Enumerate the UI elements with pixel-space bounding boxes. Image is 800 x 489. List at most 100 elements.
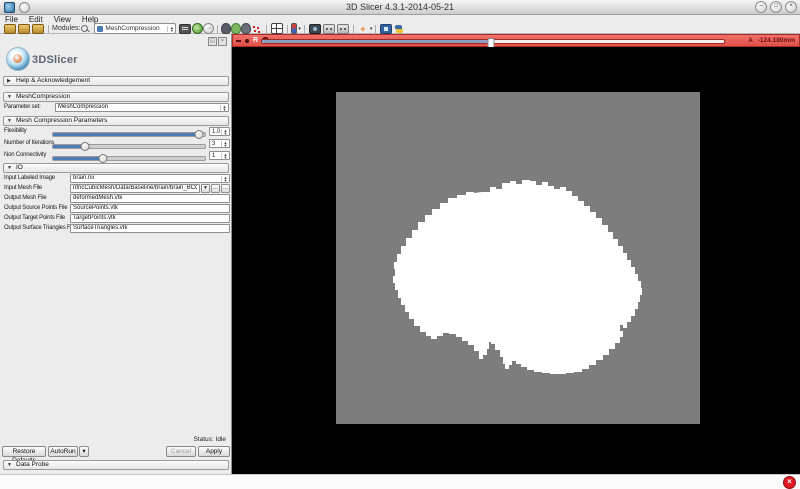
close-button[interactable]: × xyxy=(785,1,797,13)
output-mesh-file-value: deformedMesh.vtk xyxy=(73,195,122,202)
extensions-icon[interactable] xyxy=(380,24,392,34)
autorun-dropdown-icon[interactable]: ▾ xyxy=(79,446,89,457)
apply-button[interactable]: Apply xyxy=(198,446,230,457)
input-mesh-dropdown-icon[interactable]: ▼ xyxy=(201,184,210,193)
screenshot-icon[interactable] xyxy=(309,24,321,34)
combo-spinner-icon[interactable] xyxy=(167,26,175,32)
spinner-icon[interactable] xyxy=(221,153,229,159)
maximize-button[interactable]: □ xyxy=(770,1,782,13)
non-connectivity-value: 1 xyxy=(212,153,215,159)
help-acknowledgement-label: Help & Acknowledgement xyxy=(16,77,90,85)
slice-view-label: R xyxy=(253,35,258,46)
meshcompression-section-label: MeshCompression xyxy=(16,93,70,101)
output-target-points-field[interactable]: TargetPoints.vtk xyxy=(70,214,230,223)
output-source-points-field[interactable]: SourcePoints.vtk xyxy=(70,204,230,213)
module-icon xyxy=(97,26,103,32)
parameter-set-value: MeshCompression xyxy=(58,104,220,111)
slider-handle[interactable] xyxy=(99,154,108,163)
module-search-icon[interactable] xyxy=(81,25,91,33)
toolbar-separator xyxy=(287,25,288,33)
chevron-down-icon[interactable]: ▾ xyxy=(298,26,301,32)
data-probe-header[interactable]: Data Probe xyxy=(3,460,229,470)
collapse-icon[interactable] xyxy=(236,40,241,42)
non-connectivity-row: Non Connectivity 1 xyxy=(0,151,232,161)
menu-edit[interactable]: Edit xyxy=(29,15,43,24)
non-connectivity-slider[interactable] xyxy=(52,153,206,160)
module-previous-icon[interactable]: ← xyxy=(192,23,203,34)
add-data-icon[interactable] xyxy=(18,24,30,34)
python-console-icon[interactable] xyxy=(394,25,404,33)
input-mesh-browse-button[interactable]: … xyxy=(211,184,220,193)
cancel-button[interactable]: Cancel xyxy=(166,446,196,457)
output-mesh-file-label: Output Mesh File xyxy=(4,194,47,203)
module-next-icon[interactable]: → xyxy=(203,23,214,34)
toolbar-separator xyxy=(48,25,49,33)
module-history-icon[interactable] xyxy=(179,24,191,34)
slice-offset-readout: A -124.180mm xyxy=(748,37,795,44)
panel-undock-icon[interactable]: ◱ xyxy=(208,37,217,46)
flexibility-spinbox[interactable]: 1.0 xyxy=(209,127,230,136)
spinner-icon[interactable] xyxy=(221,129,229,135)
restore-defaults-button[interactable]: Restore Defaults xyxy=(2,446,46,457)
help-acknowledgement-header[interactable]: Help & Acknowledgement xyxy=(3,76,229,86)
non-connectivity-spinbox[interactable]: 1 xyxy=(209,151,230,160)
iterations-row: Number of Iterations 3 xyxy=(0,139,232,149)
crosshair-icon[interactable] xyxy=(291,23,297,34)
input-mesh-options-button[interactable]: … xyxy=(221,184,230,193)
panel-close-icon[interactable]: × xyxy=(218,37,227,46)
toolbar-separator xyxy=(375,25,376,33)
output-source-points-label: Output Source Points File xyxy=(4,204,67,213)
load-data-icon[interactable] xyxy=(4,24,16,34)
pushpin-icon[interactable] xyxy=(245,39,249,43)
input-mesh-file-field[interactable]: ntricCubicMesh/Data/Baseline/brain/brain… xyxy=(70,184,200,193)
input-labeled-image-combo[interactable]: brain.nii xyxy=(70,174,230,183)
mesh-parameters-header[interactable]: Mesh Compression Parameters xyxy=(3,116,229,126)
scene-view-restore-icon[interactable] xyxy=(337,24,349,34)
add-plus-icon[interactable]: + xyxy=(358,25,368,33)
parameter-set-combo[interactable]: MeshCompression xyxy=(55,103,229,112)
layout-icon[interactable] xyxy=(271,23,283,34)
toolbar-separator xyxy=(304,25,305,33)
mouse-place-icon[interactable] xyxy=(231,23,241,34)
autorun-button[interactable]: AutoRun xyxy=(48,446,78,457)
spinner-icon[interactable] xyxy=(221,141,229,147)
toolbar-separator xyxy=(217,25,218,33)
output-surface-triangles-field[interactable]: SurfaceTriangles.vtk xyxy=(70,224,230,233)
slice-canvas[interactable] xyxy=(232,47,800,474)
status-label: Status: Idle xyxy=(193,436,226,443)
iterations-slider[interactable] xyxy=(52,141,206,148)
red-slice-controller: R A -124.180mm xyxy=(232,34,800,47)
menu-file[interactable]: File xyxy=(5,15,18,24)
output-target-points-label: Output Target Points File xyxy=(4,214,65,223)
output-surface-triangles-label: Output Surface Triangles File xyxy=(4,224,76,233)
mouse-transform-icon[interactable] xyxy=(241,23,251,34)
flexibility-value: 1.0 xyxy=(212,129,220,135)
output-source-points-value: SourcePoints.vtk xyxy=(73,205,118,212)
input-mesh-file-value: ntricCubicMesh/Data/Baseline/brain/brain… xyxy=(73,185,197,192)
combo-spinner-icon[interactable] xyxy=(221,176,229,182)
error-log-button[interactable]: × xyxy=(783,476,796,489)
slider-handle[interactable] xyxy=(194,130,203,139)
slice-offset-slider[interactable] xyxy=(261,39,725,44)
combo-spinner-icon[interactable] xyxy=(220,105,228,111)
output-mesh-file-field[interactable]: deformedMesh.vtk xyxy=(70,194,230,203)
chevron-down-icon[interactable]: ▾ xyxy=(370,26,373,32)
menu-view[interactable]: View xyxy=(54,15,71,24)
minimize-button[interactable]: – xyxy=(755,1,767,13)
input-labeled-image-label: Input Labeled Image xyxy=(4,174,55,183)
scene-view-add-icon[interactable] xyxy=(323,24,335,34)
output-target-points-value: TargetPoints.vtk xyxy=(73,215,116,222)
io-section-header[interactable]: IO xyxy=(3,163,229,173)
expand-arrow-icon xyxy=(7,164,13,172)
module-selector-combo[interactable]: MeshCompression xyxy=(94,23,176,34)
markups-place-icon[interactable] xyxy=(252,25,262,33)
slider-handle[interactable] xyxy=(80,142,89,151)
label-map-image xyxy=(336,92,700,424)
slice-viewport[interactable]: R A -124.180mm xyxy=(232,34,800,474)
meshcompression-section-header[interactable]: MeshCompression xyxy=(3,92,229,102)
save-icon[interactable] xyxy=(32,24,44,34)
iterations-spinbox[interactable]: 3 xyxy=(209,139,230,148)
non-connectivity-label: Non Connectivity xyxy=(4,151,46,160)
mouse-adjust-view-icon[interactable] xyxy=(221,23,231,34)
flexibility-slider[interactable] xyxy=(52,129,206,136)
